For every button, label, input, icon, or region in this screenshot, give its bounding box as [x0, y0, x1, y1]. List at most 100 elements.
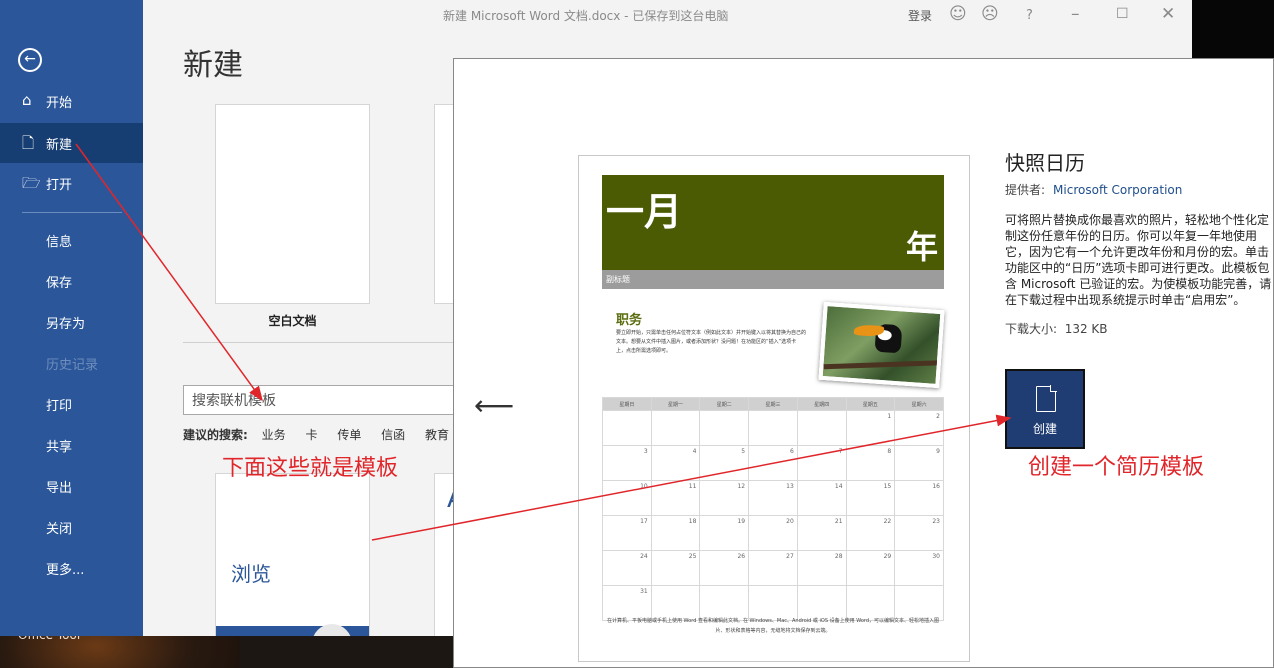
folder-open-icon: 🗁 [22, 174, 41, 192]
calendar-task-title: 职务 [616, 313, 643, 328]
weekday-cell: 星期三 [748, 397, 798, 411]
create-button[interactable]: 创建 [1005, 369, 1085, 449]
page-title: 新建 [183, 48, 243, 83]
blank-document-thumbnail[interactable] [215, 104, 370, 304]
suggestion-link[interactable]: 传单 [337, 428, 361, 442]
close-window-icon[interactable]: ✕ [1161, 4, 1175, 24]
weekday-cell: 星期五 [845, 397, 896, 411]
toucan-photo [818, 301, 945, 389]
create-button-label: 创建 [1032, 422, 1057, 436]
day-cell [602, 410, 652, 446]
nav-label: 信息 [46, 235, 73, 250]
day-cell: 10 [602, 480, 652, 516]
nav-new[interactable]: 🗋 新建 [0, 123, 143, 163]
weekday-cell: 星期四 [796, 397, 847, 411]
day-cell: 21 [796, 515, 847, 551]
day-cell: 26 [699, 550, 750, 586]
home-icon: ⌂ [22, 91, 32, 109]
calendar-year: 年 [905, 228, 938, 266]
maximize-icon[interactable]: ☐ [1116, 6, 1129, 22]
day-cell: 3 [602, 445, 652, 481]
nav-export[interactable]: 导出 [0, 466, 143, 506]
day-cell: 29 [845, 550, 896, 586]
day-cell: 7 [796, 445, 847, 481]
day-cell: 13 [748, 480, 798, 516]
nav-save-as[interactable]: 另存为 [0, 302, 143, 342]
template-search-input[interactable] [190, 387, 454, 415]
nav-save[interactable]: 保存 [0, 261, 143, 301]
week-row: 3456789 [602, 445, 944, 481]
nav-divider [22, 212, 122, 213]
previous-template-arrow-icon[interactable]: ⟵ [474, 389, 514, 422]
day-cell [748, 410, 798, 446]
day-cell: 4 [650, 445, 701, 481]
nav-print[interactable]: 打印 [0, 384, 143, 424]
template-title: 快照日历 [1005, 151, 1085, 175]
minimize-icon[interactable]: – [1071, 4, 1080, 24]
new-doc-icon: 🗋 [22, 134, 35, 152]
day-cell: 23 [894, 515, 944, 551]
day-cell: 18 [650, 515, 701, 551]
weekday-cell: 星期日 [602, 397, 652, 411]
download-size-label: 下载大小: [1005, 322, 1058, 336]
day-cell: 25 [650, 550, 701, 586]
nav-close[interactable]: 关闭 [0, 507, 143, 547]
day-cell: 11 [650, 480, 701, 516]
frown-icon[interactable]: ☹ [981, 4, 999, 24]
calendar-grid: 星期日 星期一 星期二 星期三 星期四 星期五 星期六 12 3456789 1… [602, 397, 944, 621]
nav-label: 关闭 [46, 522, 73, 537]
day-cell: 19 [699, 515, 750, 551]
smile-icon[interactable]: ☺ [949, 4, 967, 24]
weekday-cell: 星期二 [699, 397, 750, 411]
backstage-sidebar: ← ⌂ 开始 🗋 新建 🗁 打开 信息 保存 另存为 历史记录 打印 共享 导出… [0, 0, 143, 636]
template-search-box[interactable] [183, 385, 473, 415]
suggestion-link[interactable]: 信函 [381, 428, 405, 442]
day-cell: 14 [796, 480, 847, 516]
suggested-searches-label: 建议的搜索: [183, 428, 248, 442]
suggestion-link[interactable]: 教育 [425, 428, 449, 442]
help-icon[interactable]: ? [1026, 8, 1033, 23]
week-row: 10 11 12 13 14 15 16 [602, 480, 944, 516]
nav-more[interactable]: 更多... [0, 548, 143, 588]
day-cell: 5 [699, 445, 750, 481]
calendar-footer: 在计算机、平板电脑或手机上使用 Word 查看和编辑此文档。在 Windows、… [606, 618, 940, 634]
nav-label: 开始 [46, 96, 73, 111]
document-title: 新建 Microsoft Word 文档.docx - 已保存到这台电脑 [443, 9, 729, 23]
browse-label: 浏览 [231, 562, 271, 586]
day-cell: 28 [796, 550, 847, 586]
day-cell: 6 [748, 445, 798, 481]
suggestion-link[interactable]: 卡 [305, 428, 317, 442]
day-cell: 16 [894, 480, 944, 516]
day-cell: 15 [845, 480, 896, 516]
browse-template-card[interactable]: 浏览 [215, 473, 370, 636]
week-row: 24 25 26 27 28 29 30 [602, 550, 944, 586]
day-cell: 27 [748, 550, 798, 586]
day-cell [699, 410, 750, 446]
suggestion-link[interactable]: 业务 [262, 428, 286, 442]
calendar-subtitle: 副标题 [606, 275, 630, 284]
back-arrow-icon[interactable]: ← [18, 48, 42, 72]
annotation-create-note: 创建一个简历模板 [1028, 455, 1205, 480]
nav-label: 打印 [46, 399, 73, 414]
day-cell: 8 [845, 445, 896, 481]
day-cell: 2 [894, 410, 944, 446]
document-icon [1036, 385, 1057, 412]
nav-label: 更多... [46, 563, 85, 578]
day-cell [650, 410, 701, 446]
sign-in-link[interactable]: 登录 [908, 7, 932, 24]
calendar-month: 一月 [606, 190, 683, 234]
title-bar: 新建 Microsoft Word 文档.docx - 已保存到这台电脑 登录 … [143, 0, 1192, 30]
nav-home[interactable]: ⌂ 开始 [0, 81, 143, 121]
weekday-cell: 星期一 [650, 397, 701, 411]
blank-document-label: 空白文档 [268, 314, 317, 328]
day-cell: 12 [699, 480, 750, 516]
nav-label: 新建 [46, 138, 73, 153]
calendar-preview: 一月 年 副标题 职务 要立即开始，只需单击任何占位符文本（例如此文本）并开始键… [578, 155, 970, 662]
nav-label: 保存 [46, 276, 73, 291]
nav-info[interactable]: 信息 [0, 220, 143, 260]
nav-share[interactable]: 共享 [0, 425, 143, 465]
section-divider [183, 342, 463, 343]
download-size: 下载大小: 132 KB [1005, 320, 1108, 337]
nav-open[interactable]: 🗁 打开 [0, 163, 143, 203]
calendar-task-description: 要立即开始，只需单击任何占位符文本（例如此文本）并开始键入以将其替换为自己的文本… [616, 330, 807, 354]
